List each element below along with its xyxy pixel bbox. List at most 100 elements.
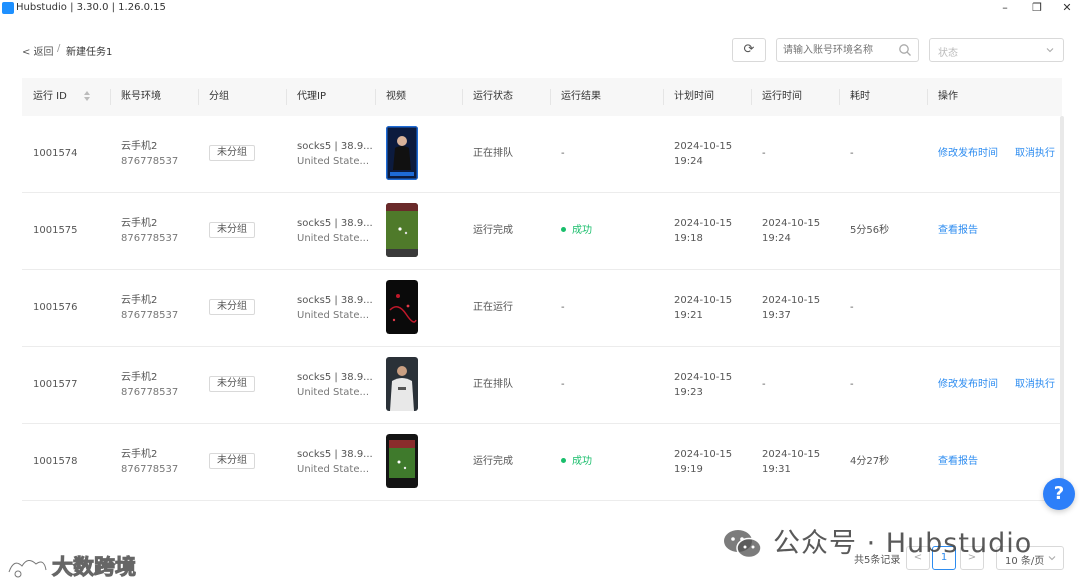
breadcrumb-separator: / bbox=[57, 43, 61, 54]
cancel-execution-link[interactable]: 取消执行 bbox=[1015, 146, 1055, 161]
refresh-button[interactable]: ⟳ bbox=[732, 38, 766, 62]
plan-time: 2024-10-15 19:19 bbox=[674, 447, 732, 477]
run-date: 2024-10-15 bbox=[762, 218, 821, 229]
column-header-account: 账号环境 bbox=[121, 91, 161, 102]
group-tag: 未分组 bbox=[209, 376, 255, 392]
cancel-execution-link[interactable]: 取消执行 bbox=[1015, 377, 1055, 392]
plan-date: 2024-10-15 bbox=[674, 372, 733, 383]
proxy-location: United State... bbox=[297, 233, 370, 244]
dsk-logo-icon bbox=[7, 559, 48, 578]
run-result: - bbox=[561, 379, 565, 390]
app-title: Hubstudio | 3.30.0 | 1.26.0.15 bbox=[16, 2, 166, 13]
group-tag: 未分组 bbox=[209, 299, 255, 315]
run-status: 运行完成 bbox=[473, 225, 513, 236]
title-bar: Hubstudio | 3.30.0 | 1.26.0.15 – ❐ ✕ bbox=[0, 0, 1080, 18]
help-button[interactable]: ? bbox=[1043, 478, 1075, 510]
run-date: - bbox=[762, 379, 766, 390]
run-status: 正在运行 bbox=[473, 302, 513, 313]
account-cell: 云手机2 876778537 bbox=[121, 447, 178, 477]
video-thumbnail[interactable] bbox=[386, 357, 418, 411]
run-clock: 19:31 bbox=[762, 464, 791, 475]
group-tag: 未分组 bbox=[209, 145, 255, 161]
group-tag: 未分组 bbox=[209, 453, 255, 469]
video-thumbnail[interactable] bbox=[386, 280, 418, 334]
column-divider bbox=[839, 89, 840, 105]
column-header-status: 运行状态 bbox=[473, 91, 513, 102]
proxy-location: United State... bbox=[297, 156, 370, 167]
view-report-link[interactable]: 查看报告 bbox=[938, 225, 978, 236]
duration: - bbox=[850, 148, 854, 159]
plan-clock: 19:24 bbox=[674, 156, 703, 167]
vertical-scrollbar[interactable] bbox=[1060, 116, 1064, 496]
actions-cell: 修改发布时间 取消执行 bbox=[938, 377, 1055, 392]
plan-clock: 19:18 bbox=[674, 233, 703, 244]
chevron-down-icon bbox=[1046, 48, 1054, 53]
run-time: 2024-10-15 19:31 bbox=[762, 447, 820, 477]
account-id: 876778537 bbox=[121, 156, 179, 167]
search-box[interactable] bbox=[776, 38, 919, 62]
proxy-location: United State... bbox=[297, 310, 370, 321]
result-text: 成功 bbox=[572, 225, 592, 236]
proxy-address: socks5 | 38.9... bbox=[297, 218, 373, 229]
account-name: 云手机2 bbox=[121, 141, 158, 152]
table-row: 1001576 云手机2 876778537 未分组 socks5 | 38.9… bbox=[22, 270, 1062, 347]
table-row: 1001578 云手机2 876778537 未分组 socks5 | 38.9… bbox=[22, 424, 1062, 501]
plan-date: 2024-10-15 bbox=[674, 295, 733, 306]
plan-date: 2024-10-15 bbox=[674, 218, 733, 229]
column-header-video: 视频 bbox=[386, 91, 406, 102]
account-name: 云手机2 bbox=[121, 372, 158, 383]
plan-clock: 19:19 bbox=[674, 464, 703, 475]
search-input[interactable] bbox=[783, 42, 893, 58]
status-select-placeholder: 状态 bbox=[938, 48, 958, 59]
minimize-button[interactable]: – bbox=[990, 1, 1020, 15]
duration: 4分27秒 bbox=[850, 456, 890, 467]
run-id: 1001577 bbox=[33, 379, 78, 390]
account-cell: 云手机2 876778537 bbox=[121, 139, 178, 169]
run-id: 1001576 bbox=[33, 302, 78, 313]
proxy-address: socks5 | 38.9... bbox=[297, 372, 373, 383]
column-header-proxy: 代理IP bbox=[297, 91, 326, 102]
run-time: - bbox=[762, 146, 766, 161]
account-id: 876778537 bbox=[121, 233, 179, 244]
run-clock: 19:37 bbox=[762, 310, 791, 321]
chevron-down-icon bbox=[1048, 556, 1056, 561]
proxy-cell: socks5 | 38.9... United State... bbox=[297, 139, 373, 169]
result-text: 成功 bbox=[572, 456, 592, 467]
plan-clock: 19:23 bbox=[674, 387, 703, 398]
account-cell: 云手机2 876778537 bbox=[121, 370, 178, 400]
table-row: 1001575 云手机2 876778537 未分组 socks5 | 38.9… bbox=[22, 193, 1062, 270]
status-select[interactable]: 状态 bbox=[929, 38, 1064, 62]
column-divider bbox=[375, 89, 376, 105]
column-header-plan-time: 计划时间 bbox=[674, 91, 714, 102]
plan-time: 2024-10-15 19:24 bbox=[674, 139, 732, 169]
proxy-cell: socks5 | 38.9... United State... bbox=[297, 447, 373, 477]
group-tag: 未分组 bbox=[209, 222, 255, 238]
back-link[interactable]: < 返回 bbox=[22, 43, 54, 58]
account-name: 云手机2 bbox=[121, 295, 158, 306]
column-divider bbox=[286, 89, 287, 105]
video-thumbnail[interactable] bbox=[386, 434, 418, 488]
plan-time: 2024-10-15 19:21 bbox=[674, 293, 732, 323]
task-run-table: 运行 ID 账号环境 分组 代理IP 视频 运行状态 运行结果 计划时间 运行时… bbox=[22, 78, 1062, 501]
video-thumbnail[interactable] bbox=[386, 203, 418, 257]
view-report-link[interactable]: 查看报告 bbox=[938, 456, 978, 467]
account-id: 876778537 bbox=[121, 464, 179, 475]
actions-cell: 查看报告 bbox=[938, 454, 978, 469]
search-icon[interactable] bbox=[898, 43, 912, 57]
sort-icon[interactable] bbox=[84, 91, 91, 101]
account-name: 云手机2 bbox=[121, 218, 158, 229]
plan-clock: 19:21 bbox=[674, 310, 703, 321]
run-clock: 19:24 bbox=[762, 233, 791, 244]
table-row: 1001577 云手机2 876778537 未分组 socks5 | 38.9… bbox=[22, 347, 1062, 424]
edit-publish-time-link[interactable]: 修改发布时间 bbox=[938, 148, 998, 159]
wechat-icon bbox=[724, 530, 762, 559]
restore-button[interactable]: ❐ bbox=[1022, 1, 1052, 15]
column-header-run-id[interactable]: 运行 ID bbox=[33, 78, 91, 116]
run-result: 成功 bbox=[561, 223, 592, 238]
proxy-location: United State... bbox=[297, 464, 370, 475]
edit-publish-time-link[interactable]: 修改发布时间 bbox=[938, 379, 998, 390]
account-id: 876778537 bbox=[121, 387, 179, 398]
video-thumbnail[interactable] bbox=[386, 126, 418, 180]
close-button[interactable]: ✕ bbox=[1052, 1, 1080, 15]
column-header-group: 分组 bbox=[209, 91, 229, 102]
